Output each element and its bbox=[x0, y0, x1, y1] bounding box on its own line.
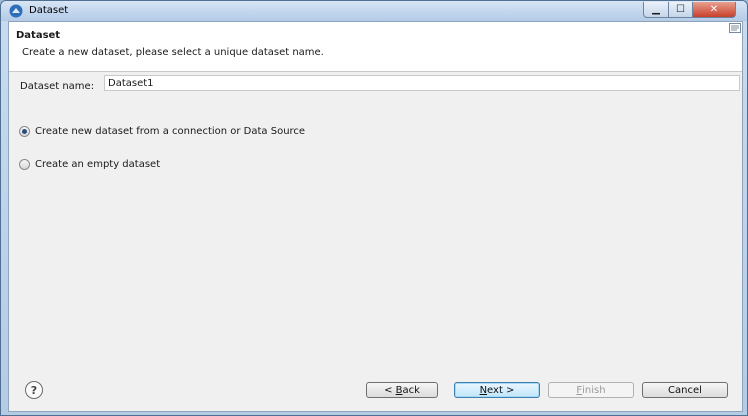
dataset-dialog: Dataset ▁ ☐ ✕ Dataset Create a new datas… bbox=[0, 0, 748, 416]
back-button-mnemonic: B bbox=[395, 384, 403, 396]
wizard-header: Dataset Create a new dataset, please sel… bbox=[9, 22, 742, 72]
maximize-icon: ☐ bbox=[676, 3, 685, 15]
dataset-name-label: Dataset name: bbox=[20, 81, 95, 92]
maximize-button[interactable]: ☐ bbox=[668, 2, 693, 18]
app-icon bbox=[9, 4, 23, 18]
option-empty-dataset-label: Create an empty dataset bbox=[35, 159, 161, 170]
dialog-client-area: Dataset Create a new dataset, please sel… bbox=[8, 21, 743, 412]
option-from-connection[interactable]: Create new dataset from a connection or … bbox=[19, 126, 305, 137]
minimize-icon: ▁ bbox=[652, 3, 660, 15]
close-icon: ✕ bbox=[709, 3, 719, 15]
back-button-prefix: < bbox=[384, 384, 396, 396]
page-title: Dataset bbox=[16, 30, 61, 41]
next-button[interactable]: Next > bbox=[454, 382, 540, 398]
close-button[interactable]: ✕ bbox=[692, 2, 736, 18]
help-icon[interactable]: ? bbox=[25, 381, 43, 399]
radio-from-connection[interactable] bbox=[19, 126, 30, 137]
finish-button-rest: inish bbox=[582, 384, 606, 396]
cancel-button[interactable]: Cancel bbox=[642, 382, 728, 398]
page-description: Create a new dataset, please select a un… bbox=[22, 47, 324, 58]
next-button-rest: ext > bbox=[487, 384, 515, 396]
help-icon-glyph: ? bbox=[30, 383, 38, 397]
wizard-banner-icon bbox=[729, 23, 741, 33]
radio-empty-dataset[interactable] bbox=[19, 159, 30, 170]
minimize-button[interactable]: ▁ bbox=[643, 2, 669, 18]
option-from-connection-label: Create new dataset from a connection or … bbox=[35, 126, 306, 137]
option-empty-dataset[interactable]: Create an empty dataset bbox=[19, 159, 160, 170]
title-bar[interactable]: Dataset ▁ ☐ ✕ bbox=[1, 1, 747, 21]
back-button[interactable]: < Back bbox=[366, 382, 438, 398]
finish-button[interactable]: Finish bbox=[548, 382, 634, 398]
next-button-mnemonic: N bbox=[479, 384, 488, 396]
window-title: Dataset bbox=[29, 5, 69, 16]
back-button-rest: ack bbox=[402, 384, 420, 396]
dataset-name-input[interactable] bbox=[104, 75, 740, 91]
